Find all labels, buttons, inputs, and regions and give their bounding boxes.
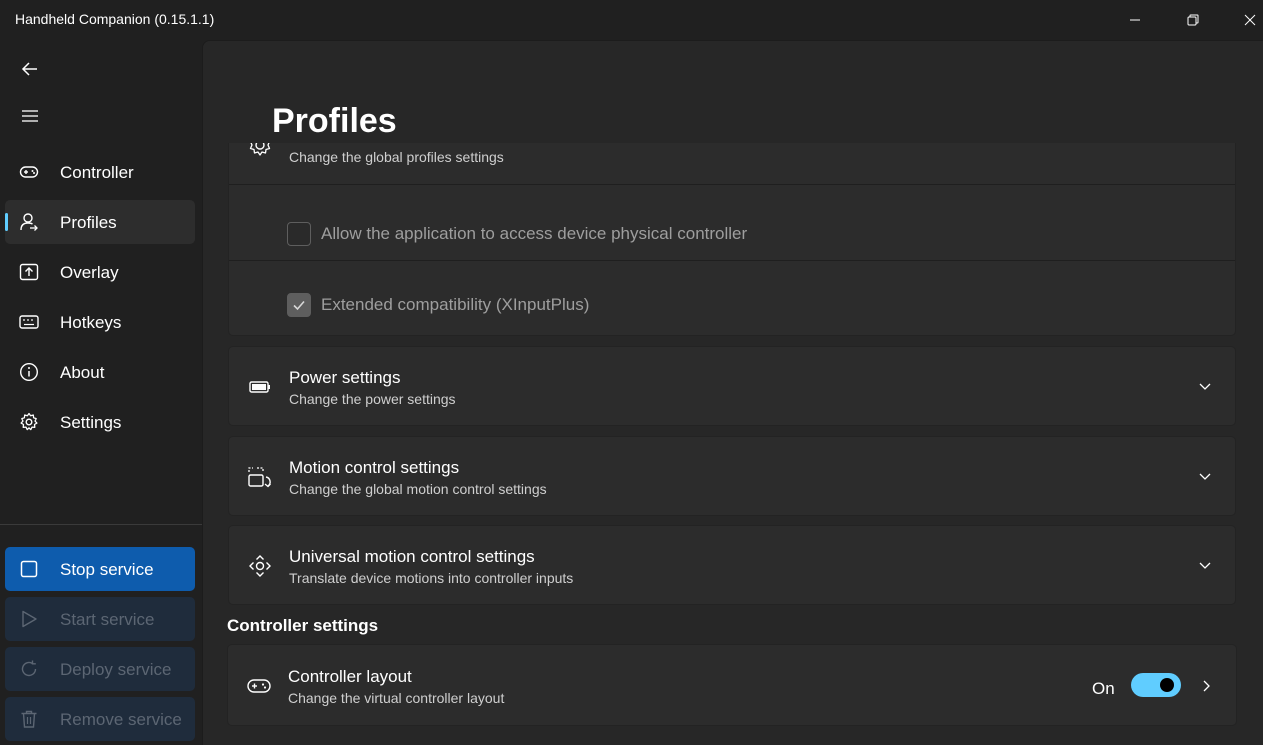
remove-service-button[interactable]: Remove service bbox=[5, 697, 195, 741]
page-title: Profiles bbox=[272, 102, 397, 140]
app-window: Handheld Companion (0.15.1.1) Controller… bbox=[0, 0, 1263, 745]
title-bar: Handheld Companion (0.15.1.1) bbox=[0, 0, 1263, 40]
motion-control-settings-card[interactable]: Motion control settings Change the globa… bbox=[228, 436, 1236, 516]
trash-icon bbox=[21, 710, 37, 728]
divider bbox=[229, 260, 1235, 261]
chevron-down-icon[interactable] bbox=[1197, 468, 1213, 484]
stop-icon bbox=[20, 560, 38, 578]
sidebar-item-label: Settings bbox=[60, 413, 122, 432]
allow-physical-controller-option[interactable]: Allow the application to access device p… bbox=[287, 222, 747, 246]
sidebar-item-controller[interactable]: Controller bbox=[5, 150, 195, 194]
direction-pad-icon bbox=[249, 555, 271, 577]
motion-icon bbox=[248, 467, 271, 488]
close-icon bbox=[1244, 14, 1256, 26]
play-icon bbox=[22, 610, 37, 628]
chevron-right-icon[interactable] bbox=[1198, 678, 1214, 694]
sidebar: Controller Profiles Overlay Hotkeys Abou… bbox=[0, 40, 202, 745]
deploy-service-button[interactable]: Deploy service bbox=[5, 647, 195, 691]
sidebar-item-label: Controller bbox=[60, 163, 134, 182]
controller-layout-card[interactable]: Controller layout Change the virtual con… bbox=[227, 644, 1237, 726]
card-title: Universal motion control settings bbox=[289, 547, 535, 566]
button-label: Stop service bbox=[60, 560, 154, 579]
sidebar-divider bbox=[0, 524, 202, 525]
checkbox[interactable] bbox=[287, 293, 311, 317]
profiles-settings-card: Change the global profiles settings Allo… bbox=[228, 111, 1236, 336]
sidebar-item-hotkeys[interactable]: Hotkeys bbox=[5, 300, 195, 344]
restore-icon bbox=[1187, 14, 1199, 26]
card-title: Controller layout bbox=[288, 667, 412, 686]
minimize-button[interactable] bbox=[1107, 0, 1163, 40]
card-subtitle: Change the global profiles settings bbox=[289, 149, 504, 165]
menu-button[interactable] bbox=[14, 100, 46, 132]
divider bbox=[229, 184, 1235, 185]
minimize-icon bbox=[1130, 19, 1140, 21]
start-service-button[interactable]: Start service bbox=[5, 597, 195, 641]
checkbox-label: Extended compatibility (XInputPlus) bbox=[321, 295, 590, 314]
chevron-down-icon[interactable] bbox=[1197, 557, 1213, 573]
gamepad-icon bbox=[247, 679, 271, 693]
main-content: Profiles Change the global profiles sett… bbox=[202, 40, 1263, 745]
checkbox-label: Allow the application to access device p… bbox=[321, 224, 748, 243]
section-header: Controller settings bbox=[227, 616, 379, 635]
extended-compatibility-option[interactable]: Extended compatibility (XInputPlus) bbox=[287, 293, 589, 317]
info-icon bbox=[19, 362, 39, 382]
card-subtitle: Translate device motions into controller… bbox=[289, 570, 574, 586]
sidebar-item-settings[interactable]: Settings bbox=[5, 400, 195, 444]
profile-icon bbox=[20, 213, 38, 231]
button-label: Remove service bbox=[60, 710, 182, 729]
toggle-knob bbox=[1160, 678, 1174, 692]
power-settings-card[interactable]: Power settings Change the power settings bbox=[228, 346, 1236, 426]
card-subtitle: Change the global motion control setting… bbox=[289, 481, 547, 497]
back-button[interactable] bbox=[14, 53, 46, 85]
overlay-icon bbox=[19, 263, 39, 281]
stop-service-button[interactable]: Stop service bbox=[5, 547, 195, 591]
checkbox[interactable] bbox=[287, 222, 311, 246]
arrow-left-icon bbox=[21, 62, 37, 76]
sidebar-item-about[interactable]: About bbox=[5, 350, 195, 394]
sidebar-item-label: Overlay bbox=[60, 263, 119, 282]
selection-indicator bbox=[5, 213, 8, 231]
chevron-down-icon[interactable] bbox=[1197, 378, 1213, 394]
battery-icon bbox=[249, 381, 270, 393]
sidebar-item-label: About bbox=[60, 363, 105, 382]
controller-layout-toggle[interactable] bbox=[1131, 673, 1181, 697]
sidebar-item-label: Hotkeys bbox=[60, 313, 122, 332]
keyboard-icon bbox=[19, 315, 39, 329]
sidebar-item-label: Profiles bbox=[60, 213, 117, 232]
card-subtitle: Change the virtual controller layout bbox=[288, 690, 505, 706]
app-title: Handheld Companion (0.15.1.1) bbox=[15, 11, 215, 27]
restore-button[interactable] bbox=[1165, 0, 1221, 40]
gear-icon bbox=[20, 412, 38, 431]
checkmark-icon bbox=[293, 300, 305, 311]
sidebar-item-overlay[interactable]: Overlay bbox=[5, 250, 195, 294]
hamburger-icon bbox=[22, 110, 38, 122]
button-label: Start service bbox=[60, 610, 155, 629]
refresh-icon bbox=[21, 660, 37, 677]
gamepad-icon bbox=[19, 166, 39, 178]
universal-motion-control-settings-card[interactable]: Universal motion control settings Transl… bbox=[228, 525, 1236, 605]
card-title: Motion control settings bbox=[289, 458, 460, 477]
close-button[interactable] bbox=[1222, 0, 1263, 40]
toggle-state-label: On bbox=[1092, 679, 1115, 698]
card-subtitle: Change the power settings bbox=[289, 391, 456, 407]
card-title: Power settings bbox=[289, 368, 401, 387]
sidebar-item-profiles[interactable]: Profiles bbox=[5, 200, 195, 244]
button-label: Deploy service bbox=[60, 660, 172, 679]
